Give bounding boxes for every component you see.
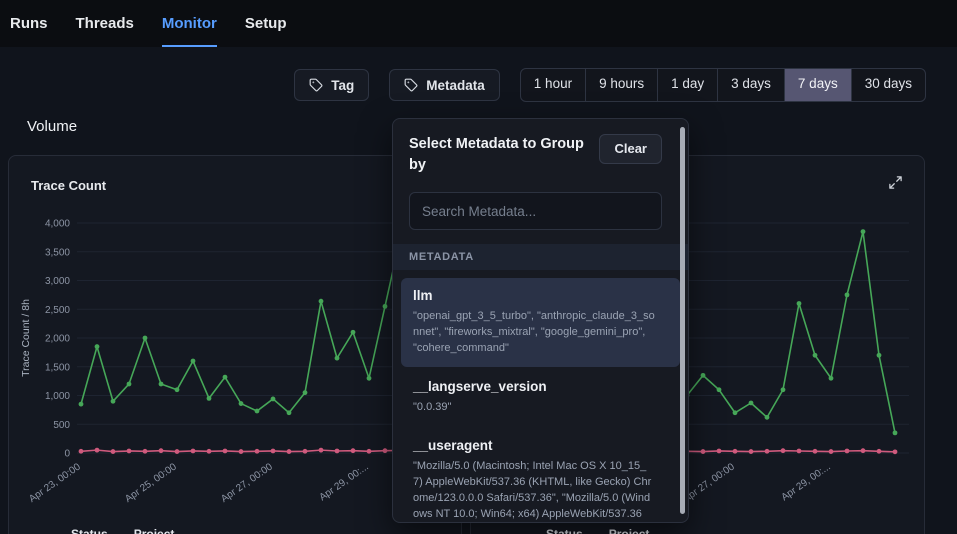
metadata-groupby-panel: Select Metadata to Group by Clear METADA… (392, 118, 689, 523)
tag-icon (309, 78, 323, 92)
svg-text:Apr 29, 00:...: Apr 29, 00:... (318, 461, 371, 503)
monitor-page: Runs Threads Monitor Setup Tag Metadata … (0, 0, 957, 534)
chart-footer: Status Project (71, 527, 174, 534)
metadata-item-llm[interactable]: llm "openai_gpt_3_5_turbo", "anthropic_c… (401, 278, 680, 367)
time-range-selector: 1 hour 9 hours 1 day 3 days 7 days 30 da… (520, 68, 926, 102)
svg-text:Apr 25, 00:00: Apr 25, 00:00 (123, 461, 179, 505)
metadata-key: llm (413, 288, 668, 303)
svg-text:Apr 27, 00:00: Apr 27, 00:00 (219, 461, 275, 505)
svg-text:Apr 27, 00:00: Apr 27, 00:00 (681, 461, 737, 505)
range-30-days[interactable]: 30 days (851, 69, 925, 101)
range-3-days[interactable]: 3 days (717, 69, 784, 101)
metadata-values: "0.0.39" (413, 400, 655, 416)
footer-label-project[interactable]: Project (609, 527, 650, 534)
range-7-days[interactable]: 7 days (784, 69, 851, 101)
metadata-key: __langserve_version (413, 379, 668, 394)
nav-tab-setup[interactable]: Setup (245, 0, 287, 47)
panel-title: Select Metadata to Group by (409, 134, 594, 176)
svg-text:Apr 23, 00:00: Apr 23, 00:00 (27, 461, 83, 505)
range-9-hours[interactable]: 9 hours (585, 69, 657, 101)
footer-label-status[interactable]: Status (546, 527, 583, 534)
expand-icon (888, 175, 903, 190)
metadata-item-langserve-version[interactable]: __langserve_version "0.0.39" (401, 369, 680, 426)
panel-header: Select Metadata to Group by Clear (393, 119, 688, 182)
trace-count-chart: 0 500 1,000 1,500 2,000 2,500 3,000 3,500 4,000 A… (17, 206, 455, 516)
svg-text:2,500: 2,500 (45, 305, 70, 316)
tag-filter-button[interactable]: Tag (294, 69, 369, 101)
clear-button[interactable]: Clear (599, 134, 662, 164)
svg-text:4,000: 4,000 (45, 219, 70, 230)
svg-text:Apr 29, 00:...: Apr 29, 00:... (780, 461, 833, 503)
filter-toolbar: Tag Metadata 1 hour 9 hours 1 day 3 days… (294, 68, 926, 102)
chart-footer: Status Project (546, 527, 649, 534)
svg-text:3,500: 3,500 (45, 247, 70, 258)
footer-label-project[interactable]: Project (134, 527, 175, 534)
svg-text:1,000: 1,000 (45, 391, 70, 402)
metadata-item-list: llm "openai_gpt_3_5_turbo", "anthropic_c… (393, 270, 688, 523)
svg-text:3,000: 3,000 (45, 276, 70, 287)
nav-tab-monitor[interactable]: Monitor (162, 0, 217, 47)
metadata-item-useragent[interactable]: __useragent "Mozilla/5.0 (Macintosh; Int… (401, 428, 680, 523)
top-nav: Runs Threads Monitor Setup (0, 0, 957, 47)
range-1-day[interactable]: 1 day (657, 69, 717, 101)
svg-text:2,000: 2,000 (45, 334, 70, 345)
metadata-search-input[interactable] (409, 192, 662, 230)
expand-chart-button[interactable] (888, 175, 906, 193)
nav-tab-runs[interactable]: Runs (10, 0, 48, 47)
section-title-volume: Volume (27, 118, 77, 135)
metadata-values: "Mozilla/5.0 (Macintosh; Intel Mac OS X … (413, 459, 655, 523)
metadata-group-header: METADATA (393, 244, 688, 270)
dropdown-scrollbar[interactable] (680, 127, 685, 514)
metadata-values: "openai_gpt_3_5_turbo", "anthropic_claud… (413, 309, 655, 357)
footer-label-status[interactable]: Status (71, 527, 108, 534)
svg-text:500: 500 (53, 420, 70, 431)
svg-text:1,500: 1,500 (45, 362, 70, 373)
metadata-button-label: Metadata (426, 78, 485, 93)
svg-text:Trace Count / 8h: Trace Count / 8h (20, 299, 32, 377)
tag-icon (404, 78, 418, 92)
tag-button-label: Tag (331, 78, 354, 93)
svg-text:0: 0 (64, 449, 70, 460)
nav-tab-threads[interactable]: Threads (76, 0, 134, 47)
metadata-key: __useragent (413, 438, 668, 453)
chart-title: Trace Count (31, 178, 106, 193)
metadata-filter-button[interactable]: Metadata (389, 69, 500, 101)
range-1-hour[interactable]: 1 hour (521, 69, 585, 101)
